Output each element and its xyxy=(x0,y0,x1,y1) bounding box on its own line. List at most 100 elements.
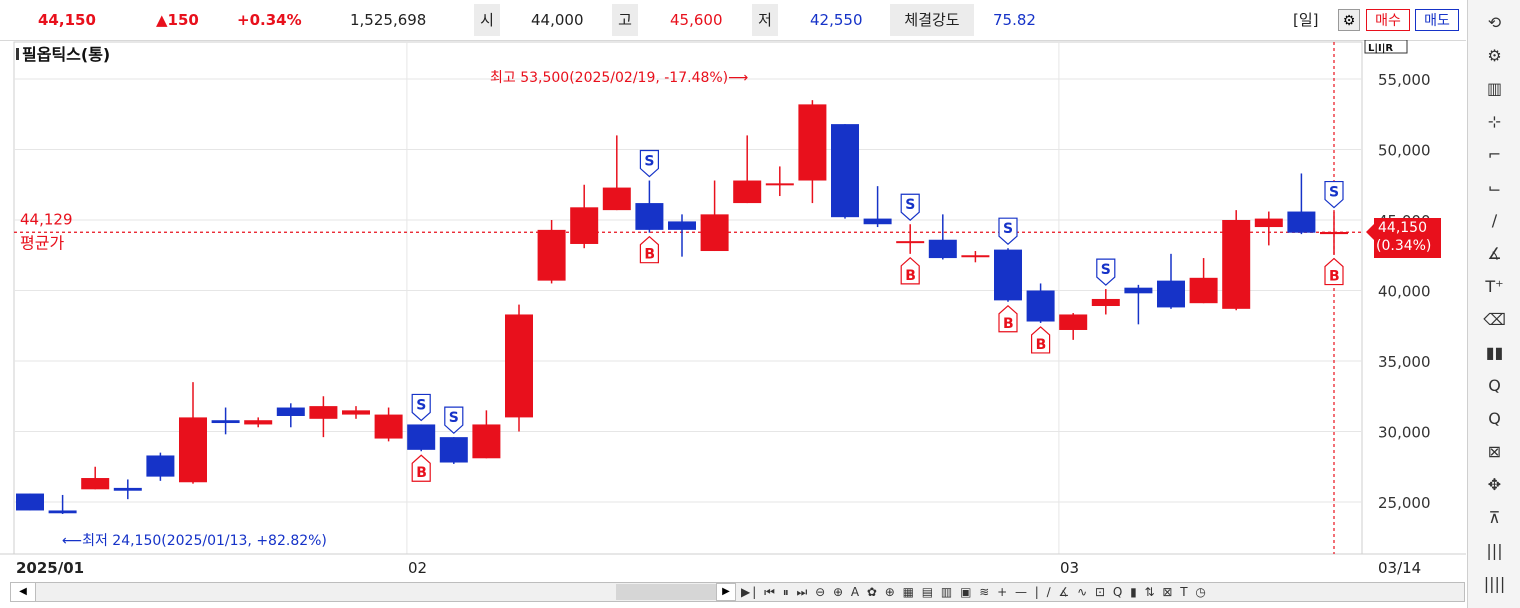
candle-body xyxy=(146,455,175,477)
candle-body xyxy=(342,410,370,415)
drawing-toolbar: ⟲ ⚙ ▥ ⊹ ⌐ ⌙ ∕ ∡ T⁺ ⌫ ▮▮ Q Q ⊠ ✥ ⊼ ||| |||| xyxy=(1467,0,1520,608)
candle-body xyxy=(309,406,338,419)
strength-label: 체결강도 xyxy=(890,4,974,36)
buy-signal-label: B xyxy=(1329,269,1340,285)
pan-icon[interactable]: ✥ xyxy=(1468,470,1520,500)
current-price: 44,150 xyxy=(38,11,96,29)
price-change: ▲150 xyxy=(156,11,199,29)
strength-value: 75.82 xyxy=(993,11,1036,29)
period-selector[interactable]: [일] xyxy=(1293,0,1319,40)
candle-body xyxy=(668,221,696,230)
gear-icon[interactable]: ⚙ xyxy=(1468,41,1520,71)
candle-body xyxy=(48,510,77,514)
candle-body xyxy=(1320,231,1348,235)
buy-signal-label: B xyxy=(1036,337,1047,353)
chart-title: 필옵틱스(통) xyxy=(22,45,110,64)
candle-body xyxy=(211,420,240,424)
line-icon[interactable]: ∕ xyxy=(1468,206,1520,236)
candle-body xyxy=(863,218,892,225)
candle-body xyxy=(1222,220,1251,309)
candle-body xyxy=(113,487,142,491)
chart-area[interactable]: 25,00030,00035,00040,00045,00050,00055,0… xyxy=(0,39,1466,580)
candle-body xyxy=(1091,298,1120,307)
candle-body xyxy=(537,229,566,281)
buy-button[interactable]: 매수 xyxy=(1366,9,1410,31)
buy-signal-label: B xyxy=(644,247,655,263)
candle-body xyxy=(1254,218,1283,228)
candle-body xyxy=(765,183,794,186)
candle-body xyxy=(700,214,729,252)
x-tick-label: 02 xyxy=(408,559,427,577)
candle-body xyxy=(1026,290,1055,322)
candle-body xyxy=(733,180,762,204)
candle-body xyxy=(1189,277,1218,304)
candlestick-chart[interactable]: 25,00030,00035,00040,00045,00050,00055,0… xyxy=(0,39,1466,580)
candle-icon[interactable]: ▮▮ xyxy=(1468,338,1520,368)
buy-signal-label: B xyxy=(416,465,427,481)
x-tick-label: 03 xyxy=(1060,559,1079,577)
high-annotation: 최고 53,500(2025/02/19, -17.48%)⟶ xyxy=(490,70,748,86)
bars2-icon[interactable]: |||| xyxy=(1468,569,1520,599)
auto-icon[interactable]: ∡ xyxy=(1468,239,1520,269)
chart-scrollbar[interactable]: ◀ ▶ ▶| ⏮ ⏸ ⏭ ⊖ ⊕ A ✿ ⊕ ▦ ▤ ▥ ▣ ≋ + — | ∕… xyxy=(10,582,1465,602)
zoom-select-icon[interactable]: ⊠ xyxy=(1468,437,1520,467)
change-percent: +0.34% xyxy=(237,11,302,29)
scroll-left-button[interactable]: ◀ xyxy=(11,583,36,601)
zoom-out-icon[interactable]: Q xyxy=(1468,404,1520,434)
sell-signal-label: S xyxy=(1329,185,1339,201)
candle-body xyxy=(374,414,403,439)
buy-signal-label: B xyxy=(905,268,916,284)
y-tick-label: 30,000 xyxy=(1378,424,1431,442)
scale-toggle-label: L|I|R xyxy=(1368,43,1393,54)
candle-body xyxy=(81,478,110,490)
low-price: 42,550 xyxy=(810,11,863,29)
sell-signal-label: S xyxy=(1003,221,1013,237)
sell-signal-label: S xyxy=(1101,262,1111,278)
candle-body xyxy=(928,239,957,259)
trend-icon[interactable]: ⌐ xyxy=(1468,140,1520,170)
y-tick-label: 50,000 xyxy=(1378,142,1431,160)
x-tick-label: 03/14 xyxy=(1378,559,1421,577)
candle-body xyxy=(16,493,44,511)
buy-signal-label: B xyxy=(1003,316,1014,332)
open-label: 시 xyxy=(474,4,500,36)
bars-icon[interactable]: ||| xyxy=(1468,536,1520,566)
open-price: 44,000 xyxy=(531,11,584,29)
settings-gear-icon[interactable]: ⚙ xyxy=(1338,9,1360,31)
candle-body xyxy=(244,420,273,425)
candle-body xyxy=(896,241,925,244)
y-tick-label: 25,000 xyxy=(1378,494,1431,512)
x-tick-label: 2025/01 xyxy=(16,559,84,577)
candle-body xyxy=(179,417,207,483)
high-price: 45,600 xyxy=(670,11,723,29)
zoom-in-icon[interactable]: Q xyxy=(1468,371,1520,401)
crosshair-icon[interactable]: ⊹ xyxy=(1468,107,1520,137)
y-tick-label: 40,000 xyxy=(1378,283,1431,301)
candle-body xyxy=(994,249,1022,301)
sell-button[interactable]: 매도 xyxy=(1415,9,1459,31)
quote-bar: 44,150 ▲150 +0.34% 1,525,698 시 44,000 고 … xyxy=(0,0,1466,41)
title-marker xyxy=(16,48,19,60)
candle-body xyxy=(1157,280,1185,308)
scroll-right-button[interactable]: ▶ xyxy=(716,583,736,601)
candle-body xyxy=(439,437,468,463)
arrow-icon[interactable]: ⌙ xyxy=(1468,173,1520,203)
candle-body xyxy=(276,407,305,416)
candle-body xyxy=(472,424,501,459)
candle-body xyxy=(798,104,827,181)
current-price-tag-percent: (0.34%) xyxy=(1376,238,1431,254)
sell-signal-label: S xyxy=(449,410,459,426)
candle-body xyxy=(407,424,436,450)
y-tick-label: 35,000 xyxy=(1378,353,1431,371)
candle-body xyxy=(961,255,990,258)
eraser-icon[interactable]: ⌫ xyxy=(1468,305,1520,335)
candle-body xyxy=(1059,314,1088,330)
sell-signal-label: S xyxy=(644,154,654,170)
candle-body xyxy=(831,124,859,218)
text-icon[interactable]: T⁺ xyxy=(1468,272,1520,302)
refresh-icon[interactable]: ⟲ xyxy=(1468,8,1520,38)
grid-icon[interactable]: ⊼ xyxy=(1468,503,1520,533)
scroll-thumb[interactable] xyxy=(616,584,716,600)
chart-icon[interactable]: ▥ xyxy=(1468,74,1520,104)
chart-tools[interactable]: ▶| ⏮ ⏸ ⏭ ⊖ ⊕ A ✿ ⊕ ▦ ▤ ▥ ▣ ≋ + — | ∕ ∡ ∿… xyxy=(741,583,1208,601)
